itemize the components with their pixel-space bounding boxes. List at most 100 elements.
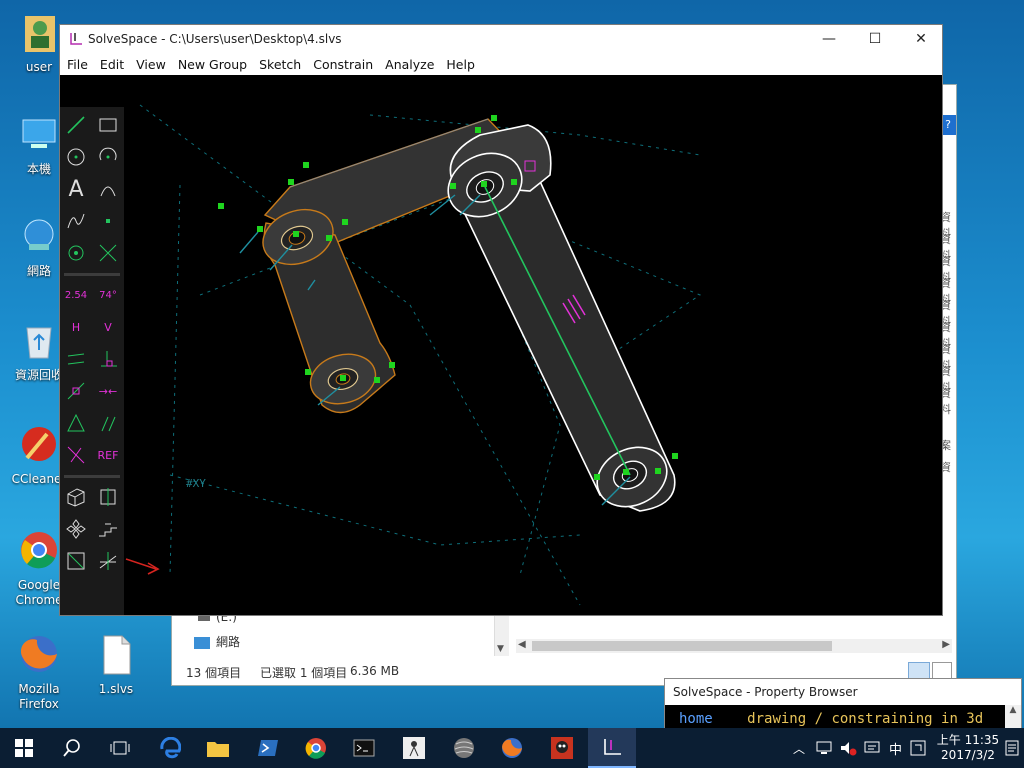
menu-help[interactable]: Help — [440, 57, 481, 72]
menu-analyze[interactable]: Analyze — [379, 57, 440, 72]
folder-icon — [207, 742, 229, 757]
file-explorer-button[interactable] — [194, 728, 242, 768]
close-button[interactable]: ✕ — [898, 25, 944, 53]
system-clock[interactable]: 上午 11:35 2017/3/2 — [932, 733, 1004, 763]
scroll-left-icon[interactable]: ◀ — [518, 639, 526, 650]
volume-muted-icon[interactable] — [839, 740, 857, 756]
menu-view[interactable]: View — [130, 57, 172, 72]
firefox-taskbar-button[interactable] — [488, 728, 536, 768]
text-tool-button[interactable]: A — [62, 175, 90, 203]
close-icon: ✕ — [915, 31, 927, 47]
midpoint-constraint-button[interactable]: →← — [94, 377, 122, 405]
rotate-icon — [66, 519, 86, 539]
menu-edit[interactable]: Edit — [94, 57, 130, 72]
point-on-icon — [67, 382, 85, 400]
app-robot-button[interactable] — [390, 728, 438, 768]
desktop-icon-firefox[interactable]: Mozilla Firefox — [7, 632, 71, 712]
maximize-button[interactable]: ☐ — [852, 25, 898, 53]
parallel-constraint-button[interactable] — [62, 345, 90, 373]
chrome-taskbar-button[interactable] — [292, 728, 340, 768]
desktop-icon-1-slvs[interactable]: 1.slvs — [84, 632, 148, 697]
datum-point-tool-button[interactable] — [94, 207, 122, 235]
task-view-button[interactable] — [96, 728, 144, 768]
3d-viewport[interactable]: #XY A 2.54 74° H V →← REF — [60, 75, 942, 615]
firefox-icon — [502, 738, 522, 758]
ime-indicator[interactable]: 中 — [889, 739, 902, 758]
solvespace-app-icon — [70, 33, 82, 45]
solvespace-window[interactable]: SolveSpace - C:\Users\user\Desktop\4.slv… — [59, 24, 943, 616]
search-button[interactable] — [48, 728, 96, 768]
reference-toggle-button[interactable]: REF — [94, 441, 122, 469]
menu-bar: File Edit View New Group Sketch Constrai… — [60, 53, 942, 75]
symmetric-icon — [67, 413, 85, 432]
menu-new-group[interactable]: New Group — [172, 57, 253, 72]
line-icon — [67, 116, 85, 134]
horizontal-scrollbar[interactable]: ◀ ▶ — [516, 639, 952, 653]
input-mode-icon[interactable] — [910, 740, 926, 756]
cubic-spline-tool-button[interactable] — [62, 207, 90, 235]
horizontal-constraint-button[interactable]: H — [62, 313, 90, 341]
network-nav-item[interactable]: 網路 — [194, 633, 240, 650]
solvespace-taskbar-button[interactable] — [588, 728, 636, 768]
extrude-button[interactable] — [62, 483, 90, 511]
perpendicular-constraint-button[interactable] — [94, 345, 122, 373]
workplane-view-button[interactable] — [62, 547, 90, 575]
symmetric-constraint-button[interactable] — [62, 409, 90, 437]
taskbar: ︿ 中 上午 11:35 2017/3/2 — [0, 728, 1024, 768]
scrollbar-thumb[interactable] — [532, 641, 832, 651]
circle-tool-button[interactable] — [62, 143, 90, 171]
scroll-down-icon[interactable]: ▼ — [497, 644, 504, 654]
app-sphere-button[interactable] — [440, 728, 488, 768]
nearest-ortho-button[interactable] — [94, 547, 122, 575]
network-status-icon[interactable] — [815, 740, 833, 756]
menu-file[interactable]: File — [61, 57, 94, 72]
menu-sketch[interactable]: Sketch — [253, 57, 307, 72]
network-icon — [24, 219, 54, 250]
tangent-arc-tool-button[interactable] — [94, 175, 122, 203]
notification-icon[interactable] — [1004, 739, 1020, 757]
start-button[interactable] — [0, 728, 48, 768]
point-on-line-button[interactable] — [62, 377, 90, 405]
model-canvas[interactable]: #XY — [60, 75, 942, 615]
distance-dimension-button[interactable]: 2.54 — [62, 281, 90, 309]
maximize-icon: ☐ — [868, 31, 882, 47]
rectangle-tool-button[interactable] — [94, 111, 122, 139]
user-folder-icon — [25, 16, 55, 52]
powershell-button[interactable] — [244, 728, 292, 768]
workplane-tool-button[interactable] — [62, 239, 90, 267]
step-translate-button[interactable] — [94, 515, 122, 543]
powershell-icon — [258, 740, 278, 756]
solvespace-icon — [604, 739, 621, 755]
computer-icon — [22, 119, 56, 148]
scroll-right-icon[interactable]: ▶ — [942, 639, 950, 650]
scroll-up-icon[interactable]: ▲ — [1005, 705, 1021, 715]
angle-dimension-button[interactable]: 74° — [94, 281, 122, 309]
cmd-button[interactable] — [340, 728, 388, 768]
system-tray: ︿ 中 上午 11:35 2017/3/2 — [793, 728, 1024, 768]
arc-tool-button[interactable] — [94, 143, 122, 171]
split-curves-tool-button[interactable] — [94, 239, 122, 267]
other-supplementary-button[interactable] — [62, 441, 90, 469]
tangent-arc-icon — [100, 186, 116, 197]
home-link[interactable]: home — [679, 711, 713, 727]
line-tool-button[interactable] — [62, 111, 90, 139]
menu-constrain[interactable]: Constrain — [307, 57, 379, 72]
right-link-body[interactable] — [438, 124, 677, 518]
clock-time: 上午 11:35 — [936, 733, 1000, 747]
windows-icon — [15, 739, 33, 757]
chrome-icon — [305, 738, 326, 759]
vertical-scrollbar[interactable]: ▼ — [494, 612, 509, 656]
edge-button[interactable] — [146, 728, 194, 768]
search-icon — [63, 739, 80, 757]
title-bar[interactable]: SolveSpace - C:\Users\user\Desktop\4.slv… — [60, 25, 942, 53]
vertical-constraint-button[interactable]: V — [94, 313, 122, 341]
lathe-button[interactable] — [94, 483, 122, 511]
show-hidden-icons-icon[interactable]: ︿ — [793, 740, 805, 757]
action-center-icon[interactable] — [863, 740, 881, 756]
app-mascot-button[interactable] — [538, 728, 586, 768]
point-icon — [106, 219, 110, 223]
step-rotate-button[interactable] — [62, 515, 90, 543]
same-orientation-button[interactable] — [94, 409, 122, 437]
chrome-icon — [21, 532, 57, 569]
minimize-button[interactable]: — — [806, 25, 852, 53]
